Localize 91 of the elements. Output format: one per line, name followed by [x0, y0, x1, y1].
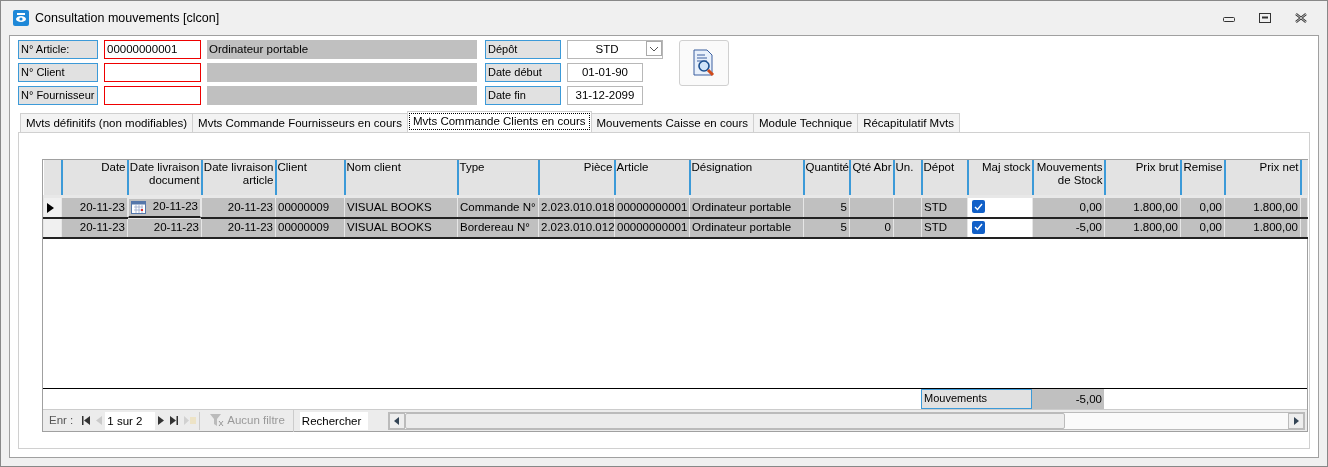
table-cell: 5: [840, 221, 847, 234]
scroll-left-icon[interactable]: [388, 412, 405, 429]
input-field[interactable]: 31-12-2099: [567, 86, 643, 105]
tab[interactable]: Mvts Commande Clients en cours: [406, 111, 592, 132]
column-header: Type: [457, 160, 539, 196]
close-icon[interactable]: [1295, 13, 1307, 23]
calendar-icon[interactable]: [131, 200, 146, 214]
column-header: Mouvements de Stock: [1032, 160, 1105, 196]
column-header: Nom client: [344, 160, 458, 196]
column-header: Date livraison article: [201, 160, 276, 196]
column-header: Article: [614, 160, 690, 196]
table-cell: 20-11-23: [153, 221, 199, 234]
table-cell: 00000009: [278, 200, 330, 213]
field-label: Dépôt: [485, 40, 561, 59]
input-field[interactable]: 00000000001: [104, 40, 201, 59]
table-cell: 5: [840, 200, 847, 213]
search-field[interactable]: Rechercher: [299, 411, 368, 430]
horizontal-scrollbar[interactable]: [387, 411, 1305, 430]
table-cell: 1.800,00: [1253, 200, 1298, 213]
column-header: Date: [61, 160, 128, 196]
table-cell: -5,00: [1075, 221, 1102, 234]
table-cell: 0,00: [1199, 221, 1222, 234]
document-search-icon[interactable]: [691, 49, 717, 77]
next-record-icon[interactable]: [158, 416, 165, 425]
table-cell: STD: [924, 200, 947, 213]
description-field: Ordinateur portable: [207, 40, 477, 59]
table-cell: Bordereau N°: [460, 221, 530, 234]
column-header: Client: [275, 160, 345, 196]
scroll-right-icon[interactable]: [1288, 412, 1304, 429]
last-record-icon[interactable]: [170, 416, 179, 425]
field-label: N° Article:: [18, 40, 98, 59]
table-cell: 0: [884, 221, 891, 234]
tab[interactable]: Mvts définitifs (non modifiables): [20, 113, 194, 132]
column-header: Qté Abr: [849, 160, 894, 196]
field-label: N° Client: [18, 63, 98, 82]
input-field[interactable]: 01-01-90: [567, 63, 643, 82]
table-cell: 00000000001: [617, 200, 688, 213]
table-cell: 1.800,00: [1253, 221, 1298, 234]
table-cell: 0,00: [1079, 200, 1102, 213]
app-icon: [13, 10, 29, 26]
table-cell: 1.800,00: [1133, 200, 1178, 213]
table-cell: 2.023.010.012: [541, 221, 614, 234]
footer-total: -5,00: [1032, 389, 1104, 409]
column-header: Prix net: [1224, 160, 1301, 196]
column-header: Un.: [893, 160, 922, 196]
table-cell: VISUAL BOOKS: [347, 221, 432, 234]
field-label: Date fin: [485, 86, 561, 105]
table-cell: 00000009: [278, 221, 330, 234]
table-cell: 20-11-23: [79, 200, 125, 213]
column-header: Remise: [1180, 160, 1225, 196]
column-header: Date livraison document: [127, 160, 202, 196]
field-label: Date début: [485, 63, 561, 82]
table-cell: 20-11-23: [227, 221, 273, 234]
table-cell: Ordinateur portable: [692, 200, 792, 213]
table-cell: VISUAL BOOKS: [347, 200, 432, 213]
table-cell: 0,00: [1199, 200, 1222, 213]
table-cell-text: 20-11-23: [152, 199, 198, 215]
table-cell: 2.023.010.018: [541, 200, 614, 213]
table-cell: Ordinateur portable: [692, 221, 792, 234]
dropdown-field[interactable]: STD: [567, 40, 663, 59]
first-record-icon[interactable]: [82, 416, 91, 425]
input-field[interactable]: [104, 63, 201, 82]
tab[interactable]: Mvts Commande Fournisseurs en cours: [192, 113, 408, 132]
caret-icon[interactable]: [646, 41, 662, 56]
table-cell: Commande N°: [460, 200, 536, 213]
record-field[interactable]: 1 sur 2: [105, 411, 156, 430]
window-title: Consultation mouvements [clcon]: [35, 9, 220, 27]
table-cell: 20-11-23: [227, 200, 273, 213]
maximize-icon[interactable]: [1259, 13, 1271, 23]
table-cell: 20-11-23: [79, 221, 125, 234]
dropdown-value: STD: [594, 42, 620, 57]
footer-label: Mouvements: [921, 389, 1032, 409]
minimize-icon[interactable]: [1223, 14, 1235, 22]
column-header: Maj stock: [967, 160, 1033, 196]
column-header: Prix brut: [1104, 160, 1181, 196]
table-cell: 1.800,00: [1133, 221, 1178, 234]
tab[interactable]: Module Technique: [753, 113, 859, 132]
input-field[interactable]: [104, 86, 201, 105]
tab[interactable]: Mouvements Caisse en cours: [590, 113, 754, 132]
scrollbar-thumb[interactable]: [404, 412, 1065, 429]
column-header: Désignation: [689, 160, 804, 196]
record-label: Enr :: [49, 412, 74, 428]
checkbox[interactable]: [972, 200, 985, 214]
tab[interactable]: Récapitulatif Mvts: [857, 113, 960, 132]
table-cell: 00000000001: [617, 221, 688, 234]
checkbox[interactable]: [972, 220, 985, 234]
column-header: Dépot: [921, 160, 968, 196]
field-label: N° Fournisseur: [18, 86, 98, 105]
table-cell: STD: [924, 221, 947, 234]
search-report-button[interactable]: [679, 40, 729, 86]
column-header: Pièce: [538, 160, 615, 196]
